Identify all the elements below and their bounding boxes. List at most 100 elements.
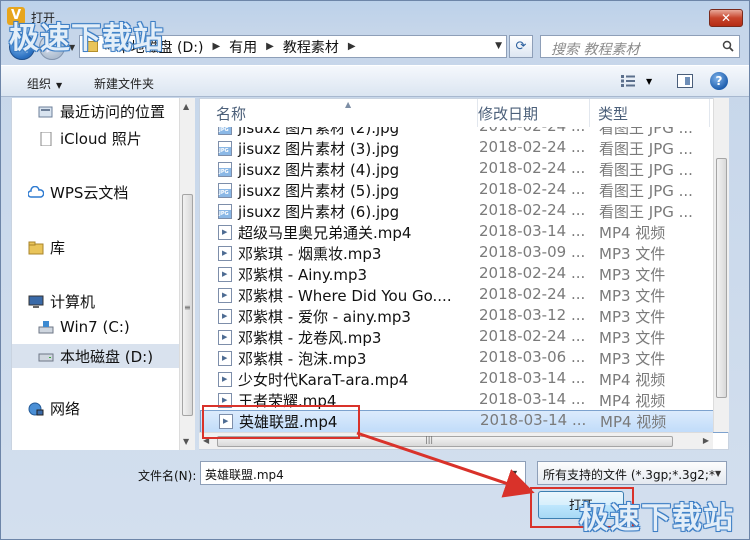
sidebar-item-label: 计算机 (50, 293, 96, 311)
jpg-file-icon (218, 204, 232, 219)
help-button[interactable]: ? (710, 72, 728, 90)
network-icon (28, 402, 44, 415)
file-name: 邓紫琪 - 烟熏妆.mp3 (238, 245, 382, 263)
column-header-row: 名称 ▲ 修改日期 类型 大 (200, 99, 728, 127)
navigation-scrollbar[interactable]: ▲ ≡ ▼ (179, 98, 195, 450)
column-header-name[interactable]: 名称 ▲ (208, 99, 478, 127)
sort-ascending-icon: ▲ (345, 100, 352, 109)
list-item[interactable]: 邓紫棋 - 龙卷风.mp3 2018-02-24 ... MP3 文件 (200, 327, 728, 348)
file-type: 看图王 JPG ... (599, 161, 693, 179)
sidebar-item-wps[interactable]: WPS云文档 (28, 182, 128, 203)
list-item[interactable]: jisuxz 图片素材 (4).jpg 2018-02-24 ... 看图王 J… (200, 159, 728, 180)
breadcrumb-separator-icon[interactable]: ▶ (348, 41, 356, 52)
list-item[interactable]: 邓紫棋 - 泡沫.mp3 2018-03-06 ... MP3 文件 4 (200, 348, 728, 369)
watermark-logo: 极速下载站 (9, 21, 164, 56)
file-type: MP4 视频 (599, 371, 666, 389)
media-file-icon (218, 309, 232, 324)
list-item[interactable]: jisuxz 图片素材 (5).jpg 2018-02-24 ... 看图王 J… (200, 180, 728, 201)
drive-icon (38, 353, 54, 362)
page-icon (40, 131, 52, 146)
watermark-logo: 极速下载站 (579, 501, 734, 536)
file-name: jisuxz 图片素材 (3).jpg (238, 140, 400, 158)
sidebar-item-network[interactable]: 网络 (28, 398, 80, 419)
file-date: 2018-02-24 ... (479, 138, 586, 156)
file-type: MP3 文件 (599, 350, 666, 368)
list-item[interactable]: 邓紫棋 - Ainy.mp3 2018-02-24 ... MP3 文件 9 (200, 264, 728, 285)
file-date: 2018-03-12 ... (479, 306, 586, 324)
breadcrumb-separator-icon[interactable]: ▶ (266, 41, 274, 52)
media-file-icon (218, 330, 232, 345)
list-item[interactable]: jisuxz 图片素材 (3).jpg 2018-02-24 ... 看图王 J… (200, 138, 728, 159)
sidebar-item-recent[interactable]: 最近访问的位置 (38, 101, 165, 122)
media-file-icon (218, 351, 232, 366)
sidebar-item-label: 本地磁盘 (D:) (60, 347, 154, 366)
list-item[interactable]: 邓紫棋 - 爱你 - ainy.mp3 2018-03-12 ... MP3 文… (200, 306, 728, 327)
breadcrumb-item[interactable]: 有用 (229, 37, 257, 57)
command-toolbar: 组织 ▼ 新建文件夹 ▼ ? (1, 65, 749, 97)
file-type: MP4 视频 (600, 413, 667, 431)
list-item[interactable]: 少女时代KaraT-ara.mp4 2018-03-14 ... MP4 视频 … (200, 369, 728, 390)
file-date: 2018-03-14 ... (479, 369, 586, 387)
file-type: 看图王 JPG ... (599, 203, 693, 221)
file-list-vertical-scrollbar[interactable] (713, 98, 729, 432)
file-name: jisuxz 图片素材 (6).jpg (238, 203, 400, 221)
breadcrumb-separator-icon[interactable]: ▶ (212, 41, 220, 52)
breadcrumb-item[interactable]: 教程素材 (283, 37, 339, 57)
file-type: 看图王 JPG ... (599, 140, 693, 158)
sidebar-item-icloud[interactable]: iCloud 照片 (38, 128, 142, 149)
scroll-down-icon[interactable]: ▼ (183, 437, 189, 446)
search-icon[interactable] (722, 40, 734, 52)
sidebar-item-label: Win7 (C:) (60, 318, 130, 336)
file-list: jisuxz 图片素材 (2).jpg 2018-02-24 ... 看图王 J… (199, 98, 729, 450)
file-date: 2018-02-24 ... (479, 285, 586, 303)
filename-dropdown-icon[interactable]: ▼ (511, 469, 517, 478)
scroll-grip-icon: ||| (425, 435, 434, 444)
new-folder-button[interactable]: 新建文件夹 (94, 75, 154, 92)
search-input[interactable]: 搜索 教程素材 (540, 35, 740, 58)
column-header-type[interactable]: 类型 (590, 99, 710, 127)
highlight-box-selected-file (202, 405, 360, 439)
scroll-grip-icon: ≡ (184, 303, 191, 312)
chevron-down-icon: ▼ (56, 81, 63, 90)
jpg-file-icon (218, 183, 232, 198)
list-item[interactable]: 超级马里奥兄弟通关.mp4 2018-03-14 ... MP4 视频 5 (200, 222, 728, 243)
sidebar-item-label: WPS云文档 (50, 184, 129, 202)
filename-label: 文件名(N): (138, 469, 197, 483)
file-type: MP3 文件 (599, 329, 666, 347)
file-name: 邓紫棋 - Where Did You Go.... (238, 287, 452, 305)
sidebar-item-computer[interactable]: 计算机 (28, 291, 95, 312)
view-dropdown-icon[interactable]: ▼ (646, 77, 652, 86)
scroll-thumb[interactable] (716, 158, 727, 398)
sidebar-item-library[interactable]: 库 (28, 237, 65, 258)
filename-field[interactable]: 英雄联盟.mp4 (200, 461, 526, 485)
sidebar-item-local-disk-d[interactable]: 本地磁盘 (D:) (12, 344, 182, 368)
scroll-up-icon[interactable]: ▲ (183, 102, 189, 111)
file-type: MP3 文件 (599, 308, 666, 326)
file-type-filter[interactable]: 所有支持的文件 (*.3gp;*.3g2;* (537, 461, 727, 485)
refresh-button[interactable]: ⟳ (509, 35, 533, 58)
file-name: 邓紫棋 - Ainy.mp3 (238, 266, 368, 284)
file-name: 邓紫棋 - 爱你 - ainy.mp3 (238, 308, 411, 326)
address-dropdown-icon[interactable]: ▼ (495, 41, 502, 51)
file-date: 2018-03-14 ... (480, 411, 587, 429)
scroll-right-icon[interactable]: ▶ (703, 436, 709, 445)
view-options-icon[interactable] (621, 75, 635, 87)
sidebar-item-label: 网络 (50, 400, 81, 418)
list-item[interactable]: 邓紫棋 - Where Did You Go.... 2018-02-24 ..… (200, 285, 728, 306)
file-date: 2018-02-24 ... (479, 159, 586, 177)
file-name: jisuxz 图片素材 (5).jpg (238, 182, 400, 200)
list-item[interactable]: 邓紫琪 - 烟熏妆.mp3 2018-03-09 ... MP3 文件 9 (200, 243, 728, 264)
file-name: 超级马里奥兄弟通关.mp4 (238, 224, 412, 242)
file-date: 2018-03-09 ... (479, 243, 586, 261)
file-type: MP3 文件 (599, 266, 666, 284)
organize-menu[interactable]: 组织 ▼ (27, 75, 62, 92)
column-header-date[interactable]: 修改日期 (470, 99, 590, 127)
drive-icon (38, 321, 54, 334)
file-date: 2018-03-14 ... (479, 222, 586, 240)
close-button[interactable]: ✕ (709, 9, 743, 27)
filter-dropdown-icon[interactable]: ▼ (715, 469, 721, 478)
sidebar-item-win7[interactable]: Win7 (C:) (38, 318, 130, 336)
preview-pane-icon[interactable] (677, 74, 693, 88)
sidebar-item-label: iCloud 照片 (60, 130, 142, 148)
list-item[interactable]: jisuxz 图片素材 (6).jpg 2018-02-24 ... 看图王 J… (200, 201, 728, 222)
